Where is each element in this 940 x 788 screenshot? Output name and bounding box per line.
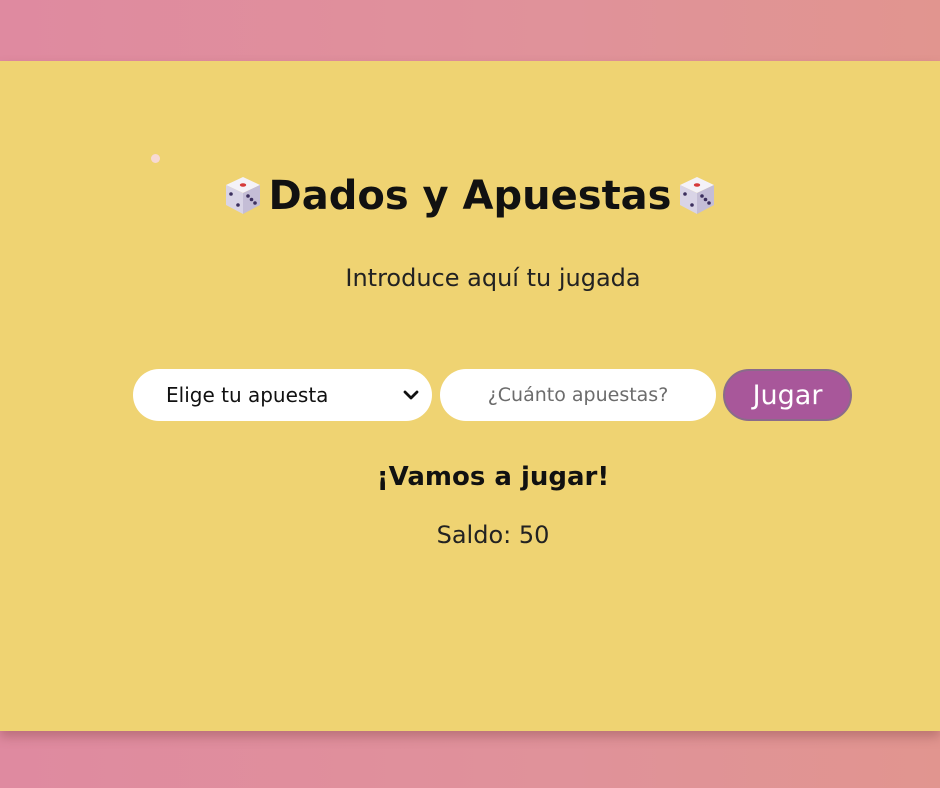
title-row: Dados y Apuestas (0, 173, 940, 219)
bet-amount-input[interactable] (440, 369, 716, 421)
game-die-icon (680, 177, 715, 214)
status-message: ¡Vamos a jugar! (376, 462, 610, 492)
chevron-down-icon (403, 390, 419, 400)
game-panel: Dados y Apuestas Introduce aquí tu jugad… (0, 61, 940, 731)
subtitle: Introduce aquí tu jugada (345, 264, 641, 292)
decorative-dot (151, 154, 160, 163)
balance-text: Saldo: 50 (436, 521, 550, 549)
bet-select[interactable]: Elige tu apuesta (133, 369, 432, 421)
play-button[interactable]: Jugar (723, 369, 852, 421)
bet-form: Elige tu apuesta Jugar (0, 369, 940, 421)
page-title: Dados y Apuestas (268, 173, 672, 219)
bet-select-value: Elige tu apuesta (166, 383, 329, 407)
game-die-icon (225, 177, 260, 214)
